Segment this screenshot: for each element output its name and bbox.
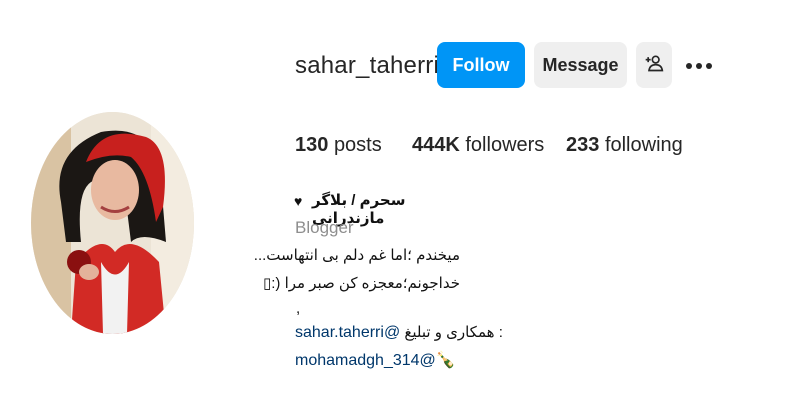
bio-category: Blogger — [295, 218, 354, 237]
more-options-button[interactable] — [683, 54, 715, 78]
contact-label: همکاری و تبلیغ : — [404, 324, 503, 341]
add-user-button[interactable] — [636, 42, 672, 88]
avatar-photo — [31, 112, 194, 334]
follow-button[interactable]: Follow — [437, 42, 525, 88]
bio-contact-line: sahar.taherri@ همکاری و تبلیغ : — [295, 323, 503, 342]
stat-followers[interactable]: 444K followers — [412, 134, 544, 157]
heart-icon: ♥ — [294, 193, 303, 209]
posts-count: 130 — [295, 134, 329, 156]
mention-link[interactable]: mohamadgh_314@🍾 — [295, 350, 456, 370]
message-button[interactable]: Message — [534, 42, 627, 88]
followers-count: 444K — [412, 134, 460, 156]
following-label: following — [604, 134, 683, 156]
profile-avatar[interactable] — [31, 112, 194, 334]
stat-posts[interactable]: 130 posts — [295, 134, 382, 157]
followers-label: followers — [465, 134, 545, 156]
stat-following[interactable]: 233 following — [566, 134, 683, 157]
bio-line: خداجونم؛معجزه کن صبر مرا (:▯ — [262, 275, 460, 292]
more-horizontal-icon — [685, 57, 713, 75]
following-count: 233 — [566, 134, 600, 156]
posts-label: posts — [333, 134, 382, 156]
bio-line: , — [296, 300, 301, 317]
bio-line: میخندم ؛اما غم دلم بی انتهاست... — [253, 247, 460, 264]
add-user-icon — [644, 53, 664, 78]
mention-link[interactable]: sahar.taherri@ — [295, 324, 400, 341]
profile-username: sahar_taherri — [295, 52, 440, 79]
